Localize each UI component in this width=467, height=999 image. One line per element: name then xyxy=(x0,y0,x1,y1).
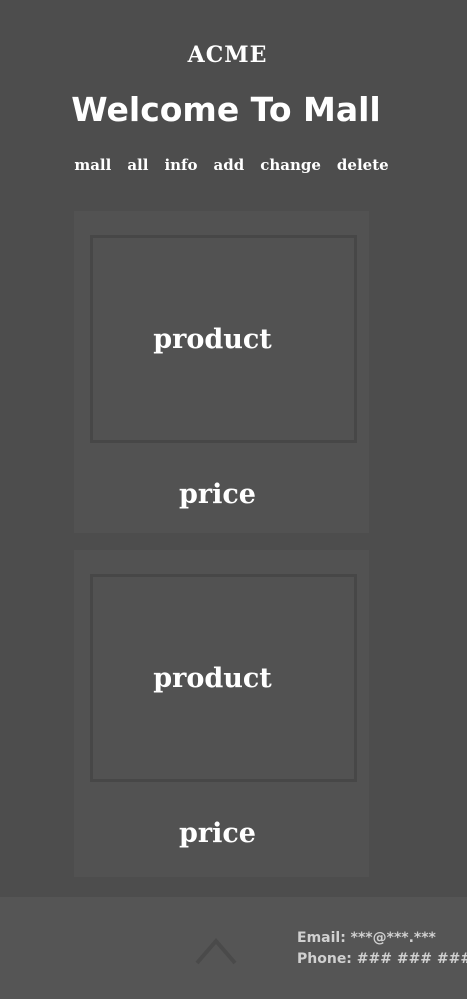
main-nav: mall all info add change delete xyxy=(0,156,467,174)
chevron-up-icon[interactable] xyxy=(194,933,238,967)
price-label: price xyxy=(179,818,256,849)
page-title: Welcome To Mall xyxy=(71,90,381,129)
nav-link-add[interactable]: add xyxy=(214,156,245,174)
product-label: product xyxy=(153,662,272,694)
footer: Email: ***@***.*** Phone: ### ### ### xyxy=(0,897,467,999)
nav-link-delete[interactable]: delete xyxy=(337,156,389,174)
contact-email: Email: ***@***.*** xyxy=(297,930,436,946)
nav-link-change[interactable]: change xyxy=(260,156,321,174)
nav-link-mall[interactable]: mall xyxy=(74,156,111,174)
contact-info: Email: ***@***.*** Phone: ### ### ### xyxy=(297,928,467,970)
product-card[interactable]: product price xyxy=(74,211,369,533)
product-label: product xyxy=(153,323,272,355)
product-image-box[interactable]: product xyxy=(90,574,357,782)
price-label: price xyxy=(179,479,256,510)
product-image-box[interactable]: product xyxy=(90,235,357,443)
brand-logo: ACME xyxy=(187,42,268,68)
nav-link-all[interactable]: all xyxy=(127,156,148,174)
product-card[interactable]: product price xyxy=(74,550,369,877)
contact-phone: Phone: ### ### ### xyxy=(297,951,467,967)
nav-link-info[interactable]: info xyxy=(164,156,197,174)
